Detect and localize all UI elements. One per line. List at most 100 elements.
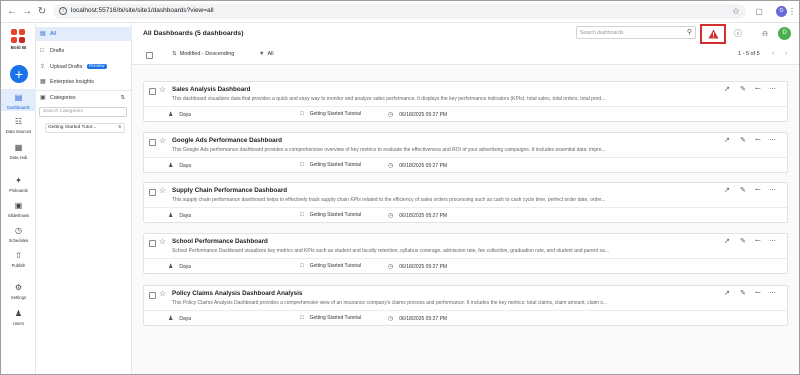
- owner-meta: ♟ Daya: [168, 213, 192, 219]
- category-meta: □ Getting Started Tutorial: [300, 162, 362, 168]
- browser-profile-avatar[interactable]: D: [776, 6, 787, 17]
- enterprise-insights-icon: ▦: [40, 79, 46, 85]
- favorite-star-icon[interactable]: ☆: [159, 136, 166, 145]
- more-options-icon[interactable]: ⋯: [769, 237, 776, 245]
- row-checkbox[interactable]: [149, 189, 156, 196]
- rail-item-data-hub[interactable]: ▦ Data Hub: [1, 142, 36, 160]
- edit-icon[interactable]: ✎: [740, 85, 746, 93]
- search-icon[interactable]: ⚲: [687, 28, 692, 36]
- row-checkbox[interactable]: [149, 292, 156, 299]
- owner-icon: ♟: [168, 264, 174, 270]
- favorite-star-icon[interactable]: ☆: [159, 289, 166, 298]
- sort-dropdown[interactable]: ⇅ Modified - Descending: [172, 51, 234, 57]
- user-avatar[interactable]: D: [778, 27, 791, 40]
- divider: [144, 157, 787, 158]
- clock-icon: ◷: [388, 316, 394, 322]
- extensions-icon[interactable]: ▢: [753, 6, 765, 18]
- share-icon[interactable]: ↼: [755, 237, 761, 245]
- dashboard-title[interactable]: School Performance Dashboard: [172, 238, 268, 245]
- open-new-tab-icon[interactable]: ↗: [724, 186, 730, 194]
- rail-item-users[interactable]: ♟ Users: [1, 308, 36, 326]
- prev-page-icon[interactable]: ‹: [772, 50, 774, 57]
- notifications-bell-icon[interactable]: ⍾: [759, 28, 771, 40]
- drafts-icon: □: [40, 48, 44, 54]
- rail-item-dashboards[interactable]: ▤ Dashboards: [1, 89, 36, 111]
- more-options-icon[interactable]: ⋯: [769, 136, 776, 144]
- row-checkbox[interactable]: [149, 139, 156, 146]
- dashboard-search[interactable]: ⚲: [576, 26, 696, 39]
- dashboard-title[interactable]: Sales Analysis Dashboard: [172, 86, 251, 93]
- modified-meta: ◷ 06/18/2025 05:27 PM: [388, 316, 448, 322]
- more-options-icon[interactable]: ⋯: [769, 186, 776, 194]
- pagination-text: 1 - 5 of 5: [738, 51, 760, 57]
- help-icon[interactable]: ⓘ: [732, 28, 744, 40]
- bold-bi-logo-icon: [11, 29, 26, 44]
- more-options-icon[interactable]: ⋯: [769, 289, 776, 297]
- folder-icon: □: [300, 315, 304, 321]
- category-search-input[interactable]: Search Categories: [39, 107, 127, 117]
- users-icon: ♟: [14, 309, 23, 318]
- share-icon[interactable]: ↼: [755, 289, 761, 297]
- row-checkbox[interactable]: [149, 88, 156, 95]
- sidebar-item-drafts[interactable]: □ Drafts: [36, 44, 132, 58]
- dashboard-card[interactable]: ☆ Google Ads Performance Dashboard This …: [143, 132, 788, 173]
- app-nav-rail: Bold BI + ▤ Dashboards ☷ Data Sources ▦ …: [1, 23, 36, 374]
- row-checkbox[interactable]: [149, 240, 156, 247]
- pinboards-icon: ✦: [15, 176, 22, 185]
- dashboard-card[interactable]: ☆ Supply Chain Performance Dashboard Thi…: [143, 182, 788, 223]
- category-item[interactable]: Getting Started Tutor... 5: [45, 123, 125, 133]
- filter-dropdown[interactable]: ▼ All: [259, 51, 274, 57]
- back-icon[interactable]: ←: [5, 5, 19, 19]
- edit-icon[interactable]: ✎: [740, 186, 746, 194]
- open-new-tab-icon[interactable]: ↗: [724, 136, 730, 144]
- rail-item-pinboards[interactable]: ✦ Pinboards: [1, 175, 36, 193]
- sidebar-item-all[interactable]: ▤ All: [36, 27, 132, 41]
- favorite-star-icon[interactable]: ☆: [159, 186, 166, 195]
- rail-item-settings[interactable]: ⚙ Settings: [1, 282, 36, 300]
- warning-notification-button[interactable]: [700, 24, 726, 44]
- sidebar-item-enterprise-insights[interactable]: ▦ Enterprise Insights: [36, 75, 132, 89]
- share-icon[interactable]: ↼: [755, 85, 761, 93]
- sort-icon: ⇅: [172, 51, 177, 57]
- favorite-star-icon[interactable]: ☆: [159, 237, 166, 246]
- divider: [144, 310, 787, 311]
- data-hub-icon: ▦: [14, 143, 23, 152]
- categories-settings-icon[interactable]: ⇅: [121, 91, 125, 105]
- more-options-icon[interactable]: ⋯: [769, 85, 776, 93]
- edit-icon[interactable]: ✎: [740, 237, 746, 245]
- dashboard-title[interactable]: Google Ads Performance Dashboard: [172, 137, 282, 144]
- dashboard-search-input[interactable]: [580, 28, 680, 38]
- browser-menu-icon[interactable]: ⋮: [788, 6, 796, 18]
- rail-item-data-sources[interactable]: ☷ Data Sources: [1, 116, 36, 134]
- edit-icon[interactable]: ✎: [740, 289, 746, 297]
- open-new-tab-icon[interactable]: ↗: [724, 289, 730, 297]
- share-icon[interactable]: ↼: [755, 186, 761, 194]
- share-icon[interactable]: ↼: [755, 136, 761, 144]
- bookmark-star-icon[interactable]: ☆: [732, 6, 740, 17]
- rail-item-publish[interactable]: ⇧ Publish: [1, 250, 36, 268]
- forward-icon[interactable]: →: [20, 5, 34, 19]
- dashboard-title[interactable]: Supply Chain Performance Dashboard: [172, 187, 287, 194]
- dashboard-title[interactable]: Policy Claims Analysis Dashboard Analysi…: [172, 290, 302, 297]
- url-text: localhost:55716/bi/site/site1/dashboards…: [71, 7, 214, 14]
- open-new-tab-icon[interactable]: ↗: [724, 237, 730, 245]
- owner-meta: ♟ Daya: [168, 264, 192, 270]
- reload-icon[interactable]: ↻: [35, 5, 49, 19]
- next-page-icon[interactable]: ›: [785, 50, 787, 57]
- site-info-icon[interactable]: i: [59, 7, 67, 15]
- category-meta: □ Getting Started Tutorial: [300, 315, 362, 321]
- create-button[interactable]: +: [10, 65, 28, 83]
- favorite-star-icon[interactable]: ☆: [159, 85, 166, 94]
- dashboard-card[interactable]: ☆ Policy Claims Analysis Dashboard Analy…: [143, 285, 788, 326]
- open-new-tab-icon[interactable]: ↗: [724, 85, 730, 93]
- rail-item-slideshows[interactable]: ▣ Slideshows: [1, 200, 36, 218]
- dashboard-card[interactable]: ☆ Sales Analysis Dashboard This dashboar…: [143, 81, 788, 122]
- rail-item-schedules[interactable]: ◷ Schedules: [1, 225, 36, 243]
- sidebar-item-upload-drafts[interactable]: ⇪ Upload Drafts PREVIEW: [36, 60, 132, 74]
- address-bar[interactable]: i localhost:55716/bi/site/site1/dashboar…: [53, 4, 746, 19]
- edit-icon[interactable]: ✎: [740, 136, 746, 144]
- select-all-checkbox[interactable]: [146, 52, 153, 59]
- filter-icon: ▼: [259, 51, 265, 57]
- categories-icon: ▣: [40, 95, 46, 101]
- dashboard-card[interactable]: ☆ School Performance Dashboard School Pe…: [143, 233, 788, 274]
